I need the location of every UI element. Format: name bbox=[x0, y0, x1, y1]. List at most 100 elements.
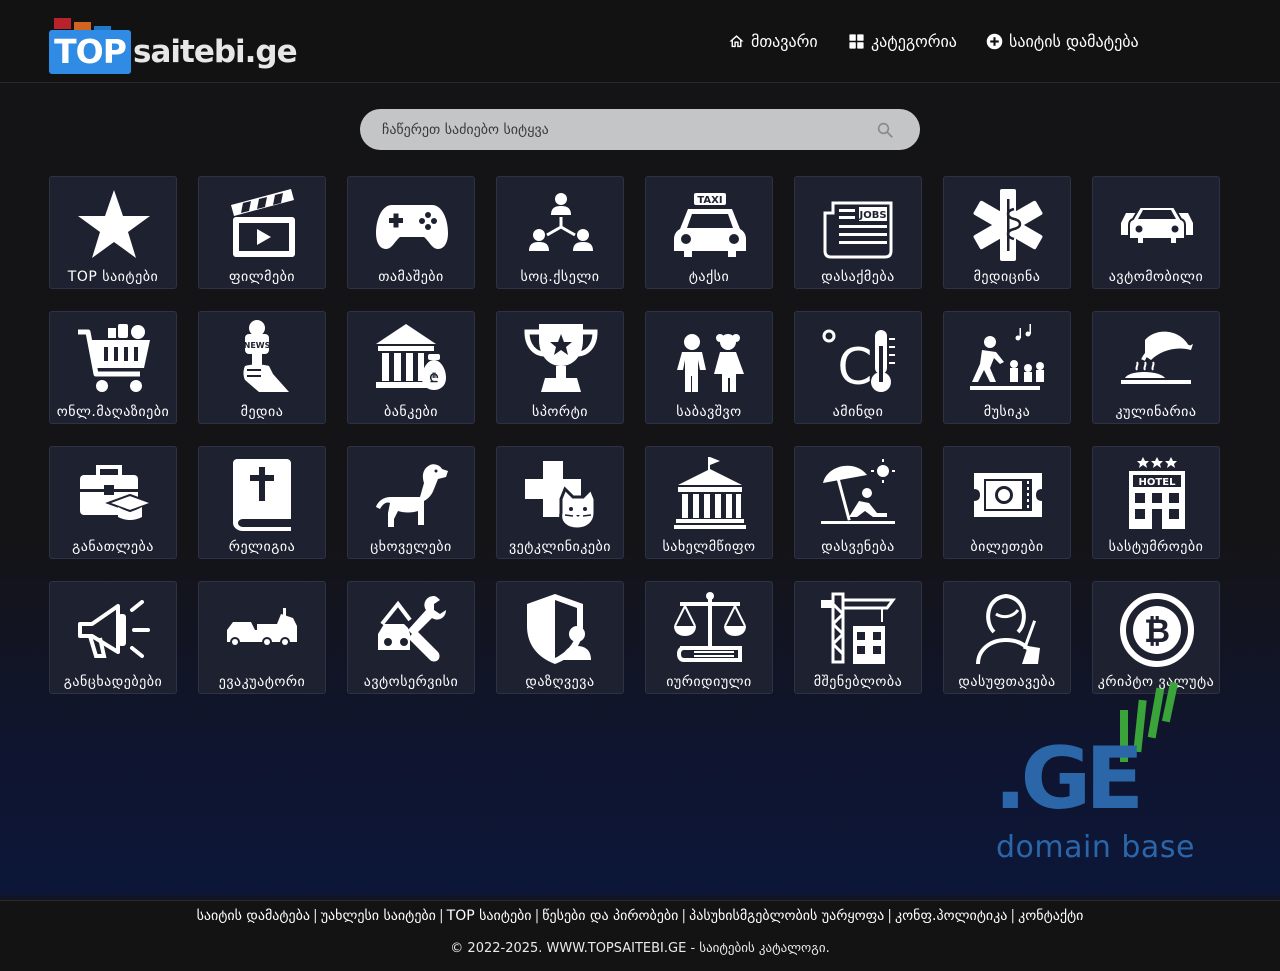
category-label: მედია bbox=[240, 404, 284, 420]
category-tile-music[interactable]: მუსიკა bbox=[943, 311, 1071, 424]
category-label: სპორტი bbox=[532, 404, 588, 420]
scales-icon bbox=[674, 592, 746, 662]
category-label: ფილმები bbox=[228, 269, 296, 285]
footer-separator: | bbox=[1010, 908, 1016, 924]
category-tile-jobs[interactable]: JOBS დასაქმება bbox=[794, 176, 922, 289]
shopping-cart-icon bbox=[78, 324, 150, 392]
category-tile-insurance[interactable]: დაზღვევა bbox=[496, 581, 624, 694]
category-tile-culinary[interactable]: კულინარია bbox=[1092, 311, 1220, 424]
category-tile-media[interactable]: NEWS მედია bbox=[198, 311, 326, 424]
clapperboard-icon bbox=[231, 189, 295, 257]
nav-add-site[interactable]: საიტის დამატება bbox=[986, 30, 1139, 52]
category-label: კულინარია bbox=[1115, 404, 1197, 420]
category-tile-construction[interactable]: მშენებლობა bbox=[794, 581, 922, 694]
category-tile-hotels[interactable]: HOTEL სასტუმროები bbox=[1092, 446, 1220, 559]
category-label: ამინდი bbox=[832, 404, 884, 420]
nav-home[interactable]: მთავარი bbox=[728, 30, 818, 52]
hotel-icon: HOTEL bbox=[1129, 457, 1185, 529]
category-label: დასვენება bbox=[821, 539, 895, 555]
home-icon bbox=[729, 34, 744, 47]
category-tile-weather[interactable]: C ამინდი bbox=[794, 311, 922, 424]
category-label: სოც.ქსელი bbox=[520, 269, 600, 285]
nav-category[interactable]: კატეგორია bbox=[848, 30, 957, 52]
category-tile-car-service[interactable]: ავტოსერვისი bbox=[347, 581, 475, 694]
category-tile-education[interactable]: განათლება bbox=[49, 446, 177, 559]
svg-text:NEWS: NEWS bbox=[244, 341, 271, 350]
category-label: მუსიკა bbox=[983, 404, 1031, 420]
category-tile-medicine[interactable]: მედიცინა bbox=[943, 176, 1071, 289]
nav-add-site-label: საიტის დამატება bbox=[1009, 31, 1139, 51]
dog-icon bbox=[376, 464, 448, 527]
search-bar bbox=[360, 109, 920, 150]
music-dance-icon bbox=[970, 324, 1044, 390]
star-icon bbox=[78, 190, 150, 258]
footer-link-top-sites[interactable]: TOP საიტები bbox=[447, 908, 532, 924]
category-label: მშენებლობა bbox=[813, 674, 903, 690]
site-header: TOP saitebi.ge მთავარი კატეგორია საიტის … bbox=[0, 0, 1280, 83]
nav-category-label: კატეგორია bbox=[871, 31, 957, 51]
ge-domain-base-logo[interactable]: .GE domain base bbox=[990, 680, 1200, 870]
category-tile-vet-clinics[interactable]: ვეტკლინიკები bbox=[496, 446, 624, 559]
category-label: რელიგია bbox=[228, 539, 296, 555]
search-icon[interactable] bbox=[876, 121, 894, 139]
briefcase-graduation-icon bbox=[80, 465, 154, 520]
svg-text:C: C bbox=[838, 338, 873, 396]
category-tile-social[interactable]: სოც.ქსელი bbox=[496, 176, 624, 289]
category-label: ავტომობილი bbox=[1108, 269, 1204, 285]
footer-link-contact[interactable]: კონტაქტი bbox=[1018, 908, 1083, 924]
insurance-shield-icon bbox=[527, 594, 591, 664]
svg-text:₿: ₿ bbox=[1144, 612, 1170, 650]
footer-link-disclaimer[interactable]: პასუხისმგებლობის უარყოფა bbox=[689, 908, 884, 924]
category-tile-kids[interactable]: საბავშვო bbox=[645, 311, 773, 424]
footer-separator: | bbox=[681, 908, 687, 924]
car-wrench-icon bbox=[378, 596, 446, 662]
site-logo[interactable]: TOP saitebi.ge bbox=[49, 17, 309, 77]
category-label: მედიცინა bbox=[973, 269, 1041, 285]
category-label: სასტუმროები bbox=[1108, 539, 1204, 555]
category-label: ავტოსერვისი bbox=[363, 674, 459, 690]
search-input[interactable] bbox=[382, 109, 862, 150]
category-label: ცხოველები bbox=[370, 539, 452, 555]
footer-separator: | bbox=[313, 908, 318, 924]
category-tile-games[interactable]: თამაშები bbox=[347, 176, 475, 289]
category-tile-crypto[interactable]: ₿ კრიპტო ვალუტა bbox=[1092, 581, 1220, 694]
category-tile-legal[interactable]: იურიდიული bbox=[645, 581, 773, 694]
footer-link-terms[interactable]: წესები და პირობები bbox=[542, 908, 678, 924]
bible-icon bbox=[233, 459, 291, 531]
category-tile-tow-truck[interactable]: ევაკუატორი bbox=[198, 581, 326, 694]
domain-base-caption: domain base bbox=[996, 830, 1195, 865]
category-tile-religion[interactable]: რელიგია bbox=[198, 446, 326, 559]
category-tile-online-shops[interactable]: ონლ.მაღაზიები bbox=[49, 311, 177, 424]
cars-icon bbox=[1121, 206, 1193, 245]
bank-icon: ₾ bbox=[376, 324, 446, 390]
category-tile-announcements[interactable]: განცხადებები bbox=[49, 581, 177, 694]
nav-home-label: მთავარი bbox=[751, 31, 818, 51]
thermometer-icon: C bbox=[822, 329, 895, 396]
tow-truck-icon bbox=[227, 608, 297, 647]
category-label: სახელმწიფო bbox=[662, 539, 756, 555]
category-label: განათლება bbox=[72, 539, 154, 555]
category-label: ვეტკლინიკები bbox=[508, 539, 612, 555]
grid-icon bbox=[849, 33, 864, 49]
category-tile-tickets[interactable]: ბილეთები bbox=[943, 446, 1071, 559]
ge-mark-graphic: .GE bbox=[994, 681, 1179, 829]
category-tile-government[interactable]: სახელმწიფო bbox=[645, 446, 773, 559]
footer-link-newest[interactable]: უახლესი საიტები bbox=[321, 908, 436, 924]
footer-link-add-site[interactable]: საიტის დამატება bbox=[197, 908, 310, 924]
category-tile-animals[interactable]: ცხოველები bbox=[347, 446, 475, 559]
category-tile-movies[interactable]: ფილმები bbox=[198, 176, 326, 289]
category-label: დასაქმება bbox=[821, 269, 895, 285]
category-tile-cleaning[interactable]: დასუფთავება bbox=[943, 581, 1071, 694]
beach-umbrella-icon bbox=[821, 459, 895, 524]
category-tile-top-sites[interactable]: TOP საიტები bbox=[49, 176, 177, 289]
category-tile-taxi[interactable]: TAXI ტაქსი bbox=[645, 176, 773, 289]
category-tile-banks[interactable]: ₾ ბანკები bbox=[347, 311, 475, 424]
construction-crane-icon bbox=[821, 592, 896, 664]
category-tile-cars[interactable]: ავტომობილი bbox=[1092, 176, 1220, 289]
category-tile-sport[interactable]: სპორტი bbox=[496, 311, 624, 424]
category-tile-recreation[interactable]: დასვენება bbox=[794, 446, 922, 559]
category-label: ბანკები bbox=[384, 404, 438, 420]
government-building-icon bbox=[674, 457, 746, 529]
cleaning-woman-icon bbox=[976, 593, 1040, 665]
footer-link-privacy[interactable]: კონფ.პოლიტიკა bbox=[895, 908, 1007, 924]
